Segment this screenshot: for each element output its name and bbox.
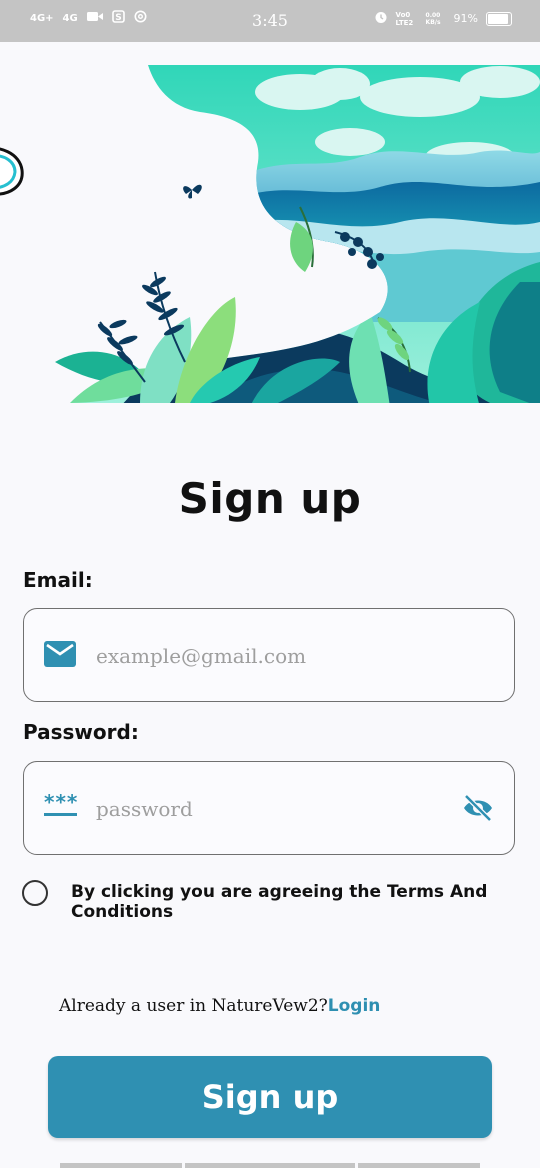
password-input[interactable] <box>94 788 458 830</box>
password-mask-glyph: *** <box>44 790 79 814</box>
signup-button[interactable]: Sign up <box>48 1056 492 1138</box>
email-input[interactable] <box>94 635 458 677</box>
email-field-container <box>23 608 515 702</box>
page-title: Sign up <box>178 474 362 523</box>
status-bar: 4G+ 4G S 3:45 Vo0 LTE2 0.00 KB/s 91% <box>0 0 540 42</box>
signup-button-label: Sign up <box>201 1078 339 1116</box>
nature-banner-illustration <box>0 65 540 403</box>
eye-off-icon[interactable] <box>462 794 494 826</box>
terms-radio[interactable] <box>22 880 48 906</box>
login-link[interactable]: Login <box>328 996 381 1016</box>
status-right: Vo0 LTE2 0.00 KB/s 91% <box>374 10 512 27</box>
login-prompt-text: Already a user in NatureVew2? <box>59 996 328 1016</box>
nav-hint-center <box>185 1163 355 1168</box>
login-prompt: Already a user in NatureVew2?Login <box>59 996 380 1016</box>
speed-indicator: 0.00 KB/s <box>425 11 441 26</box>
email-label: Email: <box>23 568 93 592</box>
nav-hint-left <box>60 1163 182 1168</box>
terms-text: By clicking you are agreeing the Terms A… <box>71 882 488 922</box>
volte-indicator: Vo0 LTE2 <box>395 10 414 27</box>
alarm-icon <box>374 10 388 27</box>
nav-hint-right <box>358 1163 480 1168</box>
password-field-container: *** <box>23 761 515 855</box>
password-label: Password: <box>23 720 139 744</box>
mail-icon <box>44 641 76 671</box>
battery-percent: 91% <box>453 12 478 25</box>
battery-icon <box>486 11 512 26</box>
password-mask-icon: *** <box>44 790 79 816</box>
